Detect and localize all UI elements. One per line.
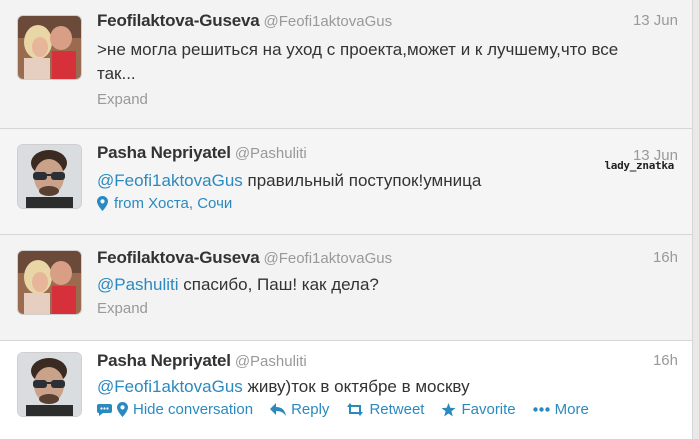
more-dots-icon xyxy=(532,407,550,412)
tweet-header: Feofilaktova-Guseva @Feofi1aktovaGus 13 J… xyxy=(97,11,678,35)
mention-link[interactable]: @Feofi1aktovaGus xyxy=(97,171,243,190)
tweet-timeline: Feofilaktova-Guseva @Feofi1aktovaGus 13 J… xyxy=(0,0,699,439)
hide-conversation-label: Hide conversation xyxy=(133,401,254,418)
avatar[interactable] xyxy=(18,145,81,208)
tweet-text: @Feofi1aktovaGus живу)ток в октябре в мо… xyxy=(97,375,678,399)
tweet-text-body: живу)ток в октябре в москву xyxy=(242,377,470,396)
timestamp[interactable]: 16h xyxy=(653,249,678,266)
tweet-text: @Feofi1aktovaGus правильный поступок!умн… xyxy=(97,169,678,193)
mention-link[interactable]: @Feofi1aktovaGus xyxy=(97,377,243,396)
more-button[interactable]: More xyxy=(532,401,589,418)
tweet-header: Pasha Nepriyatel @Pashuliti 16h xyxy=(97,351,678,375)
avatar-couple-photo-icon xyxy=(18,251,81,314)
favorite-button[interactable]: Favorite xyxy=(441,401,516,418)
reply-arrow-icon xyxy=(270,403,287,416)
timestamp[interactable]: 13 Jun xyxy=(633,12,678,29)
avatar[interactable] xyxy=(18,16,81,79)
retweet-button[interactable]: Retweet xyxy=(346,401,424,418)
expand-link[interactable]: Expand xyxy=(97,300,148,317)
tweet-text: >не могла решиться на уход с проекта,мож… xyxy=(97,38,678,86)
author-handle[interactable]: @Feofi1aktovaGus xyxy=(263,250,392,267)
avatar-man-sunglasses-icon xyxy=(18,145,81,208)
author-handle[interactable]: @Feofi1aktovaGus xyxy=(263,13,392,30)
hide-conversation-button[interactable]: Hide conversation xyxy=(97,401,253,418)
expand-link[interactable]: Expand xyxy=(97,91,148,108)
map-pin-icon xyxy=(117,402,128,417)
tweet-item[interactable]: Feofilaktova-Guseva @Feofi1aktovaGus 13 J… xyxy=(0,0,693,129)
retweet-label: Retweet xyxy=(369,401,425,418)
tweet-text-line: >не могла решиться на уход с проекта,мож… xyxy=(97,40,619,59)
author-name[interactable]: Pasha Nepriyatel xyxy=(97,351,231,370)
author-handle[interactable]: @Pashuliti xyxy=(235,145,307,162)
avatar-man-sunglasses-icon xyxy=(18,353,81,416)
author-handle[interactable]: @Pashuliti xyxy=(235,353,307,370)
author-name[interactable]: Pasha Nepriyatel xyxy=(97,143,231,162)
location-link[interactable]: from Хоста, Сочи xyxy=(97,195,232,212)
tweet-text-body: спасибо, Паш! как дела? xyxy=(178,275,379,294)
avatar[interactable] xyxy=(18,251,81,314)
tweet-actions: Hide conversation Reply Retweet Favorite… xyxy=(97,401,606,418)
map-pin-icon xyxy=(97,196,108,211)
favorite-label: Favorite xyxy=(461,401,516,418)
star-icon xyxy=(441,402,456,416)
avatar-couple-photo-icon xyxy=(18,16,81,79)
tweet-item[interactable]: Pasha Nepriyatel @Pashuliti 13 Jun lady_z… xyxy=(0,129,693,235)
avatar[interactable] xyxy=(18,353,81,416)
location-label: from Хоста, Сочи xyxy=(114,195,233,212)
conversation-icon xyxy=(97,403,112,416)
reply-label: Reply xyxy=(291,401,330,418)
tweet-header: Feofilaktova-Guseva @Feofi1aktovaGus 16h xyxy=(97,248,678,272)
mention-link[interactable]: @Pashuliti xyxy=(97,275,179,294)
tweet-item[interactable]: Feofilaktova-Guseva @Feofi1aktovaGus 16h … xyxy=(0,235,693,341)
more-label: More xyxy=(554,401,589,418)
timestamp[interactable]: 16h xyxy=(653,352,678,369)
tweet-header: Pasha Nepriyatel @Pashuliti 13 Jun xyxy=(97,143,678,167)
tweet-text: @Pashuliti спасибо, Паш! как дела? xyxy=(97,273,678,297)
author-name[interactable]: Feofilaktova-Guseva xyxy=(97,248,260,267)
reply-button[interactable]: Reply xyxy=(270,401,329,418)
tweet-text-line: так... xyxy=(97,64,136,83)
tweet-text-body: правильный поступок!умница xyxy=(242,171,482,190)
author-name[interactable]: Feofilaktova-Guseva xyxy=(97,11,260,30)
retweet-icon xyxy=(347,403,364,416)
tweet-item[interactable]: Pasha Nepriyatel @Pashuliti 16h @Feofi1ak… xyxy=(0,341,693,439)
